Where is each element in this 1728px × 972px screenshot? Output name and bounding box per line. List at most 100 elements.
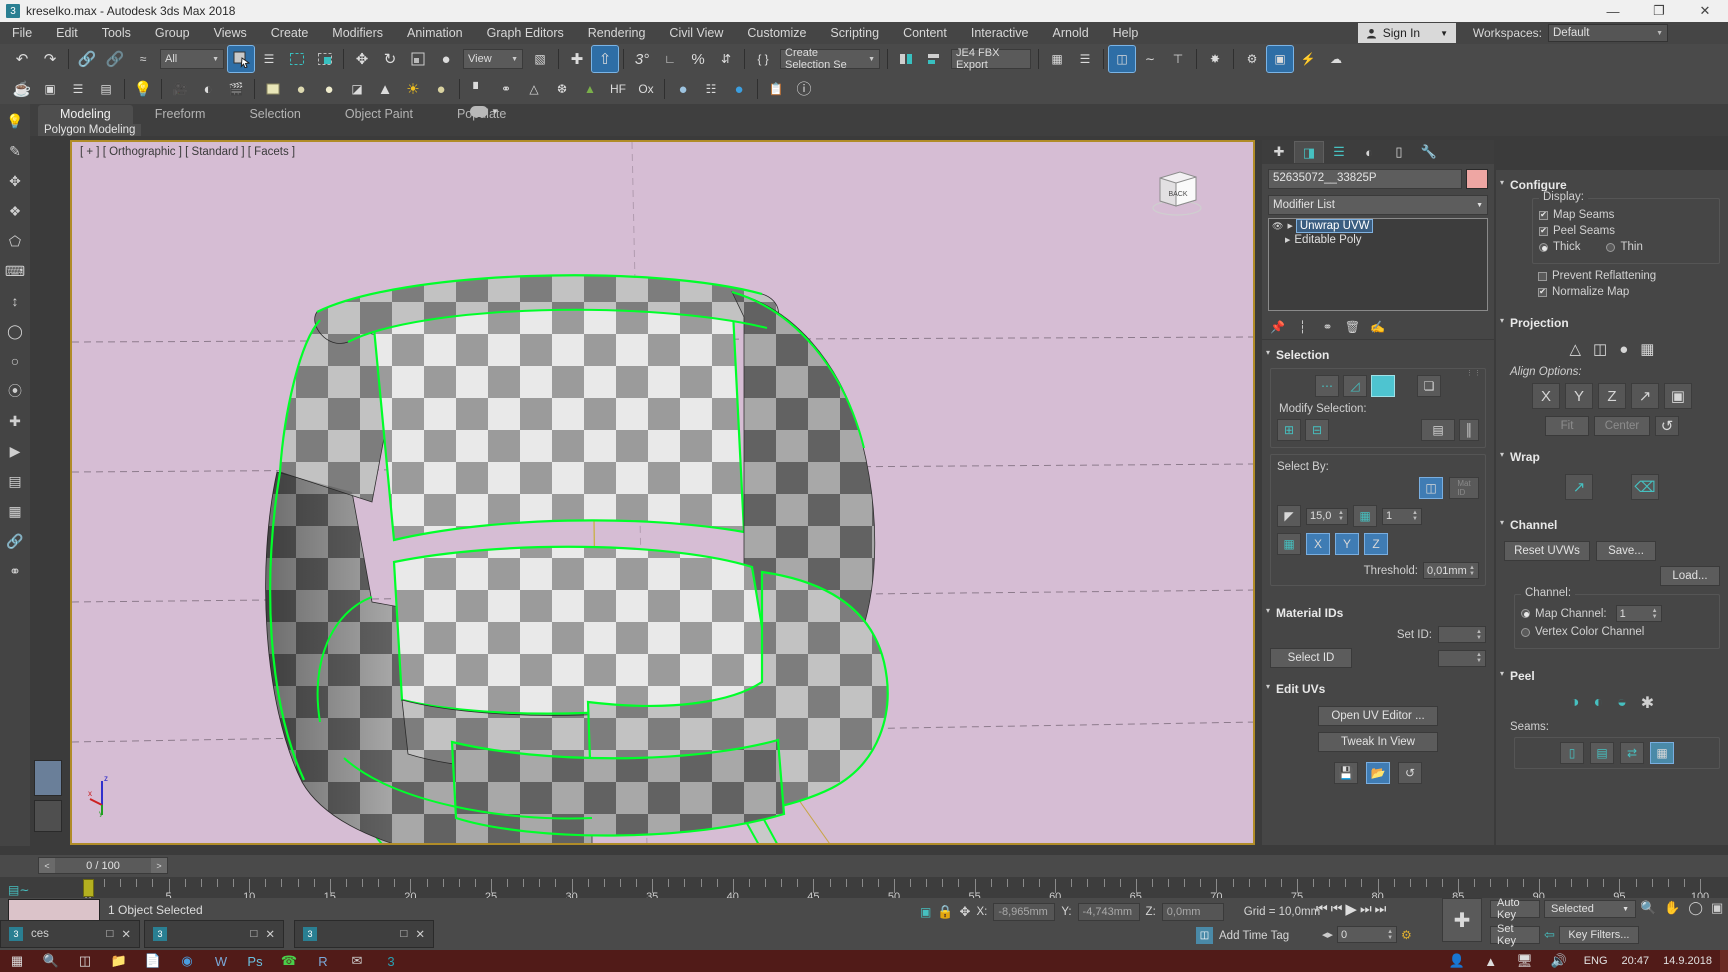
viewport-label[interactable]: [ + ] [ Orthographic ] [ Standard ] [ Fa… [80,146,295,158]
magnet-icon[interactable]: ◯ [3,318,27,344]
normalize-map-checkbox[interactable] [1538,287,1547,297]
rollout-selection-title[interactable]: Selection [1262,344,1494,366]
modifier-stack-row-unwrap-uvw[interactable]: 👁 ▶ Unwrap UVW [1269,219,1487,233]
schematic-view-icon[interactable]: ⊤ [1165,46,1191,72]
align-z-button[interactable]: Z [1598,383,1626,409]
view-cube[interactable]: BACK [1146,164,1208,220]
next-frame-button[interactable]: > [151,858,167,873]
next-frame-icon[interactable]: ⏭ [1360,901,1372,917]
r-icon[interactable]: R [306,950,340,972]
render-iterative-icon[interactable]: ☁ [1323,46,1349,72]
spinner-arrows-icon[interactable]: ▲ ▼ [1476,652,1482,664]
bind-to-space-warp-icon[interactable]: ≈ [130,46,156,72]
select-and-scale-icon[interactable] [405,46,431,72]
auto-key-button[interactable]: Auto Key [1490,897,1540,921]
edge-select-icon[interactable]: ◿ [1343,375,1367,397]
mirror-icon[interactable] [893,46,919,72]
geosphere-icon[interactable]: ● [316,76,342,102]
edit-seams-icon[interactable]: ▦ [1650,742,1674,764]
select-id-button[interactable]: Select ID [1270,648,1352,668]
maximize-viewport-icon[interactable]: ▣ [1711,900,1723,916]
task-view-icon[interactable]: ◫ [68,950,102,972]
normalize-map-row[interactable]: Normalize Map [1538,286,1720,298]
window-tab-1[interactable]: 3 ces □ ✕ [0,920,140,948]
ring-uv-icon[interactable]: ║ [1459,419,1479,441]
restore-icon[interactable]: □ [400,928,407,940]
configure-modifier-sets-icon[interactable]: ✍ [1370,319,1385,334]
select-by-element-icon[interactable]: ◫ [1419,477,1443,499]
spinner-snap-two-icon[interactable]: ⇵ [713,46,739,72]
mail-icon[interactable]: ✉ [340,950,374,972]
object-paint-icon[interactable]: ❖ [3,198,27,224]
motion-tab-icon[interactable]: ◐ [1354,141,1384,163]
viewport-layout-button-1[interactable] [34,760,62,796]
previous-frame-icon[interactable]: ⏮ [1331,901,1343,917]
layer-explorer-icon[interactable]: ▦ [1044,46,1070,72]
rollout-wrap-title[interactable]: Wrap [1496,446,1728,468]
hotkey-icon[interactable]: 💡 [3,108,27,134]
wrap-stitch-icon[interactable]: ↗ [1565,474,1593,500]
track-bar-filter-icon[interactable]: ▤∼ [8,883,29,897]
prevent-reflattening-checkbox[interactable] [1538,271,1547,281]
menu-group[interactable]: Group [143,22,202,44]
select-by-name-icon[interactable]: ☰ [256,46,282,72]
word-icon[interactable]: W [204,950,238,972]
modifier-stack-row-editable-poly[interactable]: ▶ Editable Poly [1269,233,1487,247]
render-preview-icon[interactable]: ▣ [37,76,63,102]
select-and-place-icon[interactable]: ● [433,46,459,72]
vertex-color-channel-radio[interactable] [1521,627,1530,637]
named-selection-sets-select[interactable]: Create Selection Se ▼ [780,47,880,71]
close-button[interactable]: ✕ [1682,0,1728,22]
spinner-arrows-icon[interactable]: ▲ ▼ [1476,629,1482,641]
planar-angle-icon[interactable]: ◤ [1277,505,1301,527]
pelt-map-icon[interactable]: ◐ [1593,694,1603,712]
object-name-field[interactable]: 52635072__33825P [1268,169,1462,189]
reference-coordinate-select[interactable]: View ▼ [463,49,523,69]
make-unique-icon[interactable]: ⚭ [1320,319,1335,334]
percent-snap-toggle-icon[interactable]: ∟ [657,46,683,72]
spinner-arrows-icon[interactable]: ▲ ▼ [1469,565,1475,577]
rollout-peel-title[interactable]: Peel [1496,665,1728,687]
grow-selection-icon[interactable]: ⊞ [1277,419,1301,441]
orbit-icon[interactable]: ◯ [1688,900,1703,916]
window-tab-3[interactable]: 3 □ ✕ [294,920,434,948]
threshold-spinner[interactable]: 0,01mm ▲ ▼ [1423,562,1479,579]
select-and-rotate-icon[interactable]: ↻ [377,46,403,72]
language-indicator[interactable]: ENG [1576,955,1616,967]
torus-icon[interactable]: ● [428,76,454,102]
start-icon[interactable]: ▦ [0,950,34,972]
fit-button[interactable]: Fit [1545,416,1589,436]
rollout-projection-title[interactable]: Projection [1496,312,1728,334]
asset-tracking-icon[interactable]: ☷ [698,76,724,102]
chrome-icon[interactable]: ◉ [170,950,204,972]
spinner-arrows-icon[interactable]: ▲ ▼ [1652,608,1658,620]
people-icon[interactable]: 👤 [1440,950,1474,972]
modifier-list-select[interactable]: Modifier List ▼ [1268,195,1488,215]
display-tab-icon[interactable]: ▯ [1384,141,1414,163]
rollout-edit-uvs-title[interactable]: Edit UVs [1262,678,1494,700]
ribbon-subtab-polygon-modeling[interactable]: Polygon Modeling [38,124,142,136]
particle-flow-icon[interactable]: ✸ [1202,46,1228,72]
rectangular-selection-region-icon[interactable] [284,46,310,72]
selection-lock-region-icon[interactable]: ▣ [920,905,931,919]
wrap-unfold-icon[interactable]: ⌫ [1631,474,1659,500]
menu-views[interactable]: Views [202,22,259,44]
time-frame-navigator[interactable]: < 0 / 100 > [38,857,168,874]
point-to-point-seam-icon[interactable]: ⇄ [1620,742,1644,764]
viewport[interactable]: [ + ] [ Orthographic ] [ Standard ] [ Fa… [70,140,1255,845]
menu-modifiers[interactable]: Modifiers [320,22,395,44]
sphere-icon[interactable]: ● [288,76,314,102]
key-filter-selected-select[interactable]: Selected ▼ [1544,900,1636,918]
ribbon-tab-freeform[interactable]: Freeform [133,105,228,124]
menu-create[interactable]: Create [259,22,321,44]
open-uv-editor-button[interactable]: Open UV Editor ... [1318,706,1438,726]
align-to-view-icon[interactable]: ↗ [1631,383,1659,409]
best-align-icon[interactable]: ▣ [1664,383,1692,409]
set-id-spinner[interactable]: ▲ ▼ [1438,626,1486,643]
hair-icon[interactable]: HF [605,76,631,102]
pan-icon[interactable]: ✋ [1664,900,1680,916]
modify-tab-icon[interactable]: ◨ [1294,141,1324,163]
thin-radio[interactable] [1606,242,1616,252]
map-seams-checkbox[interactable] [1539,210,1548,220]
select-and-manipulate-icon[interactable]: ✚ [564,46,590,72]
